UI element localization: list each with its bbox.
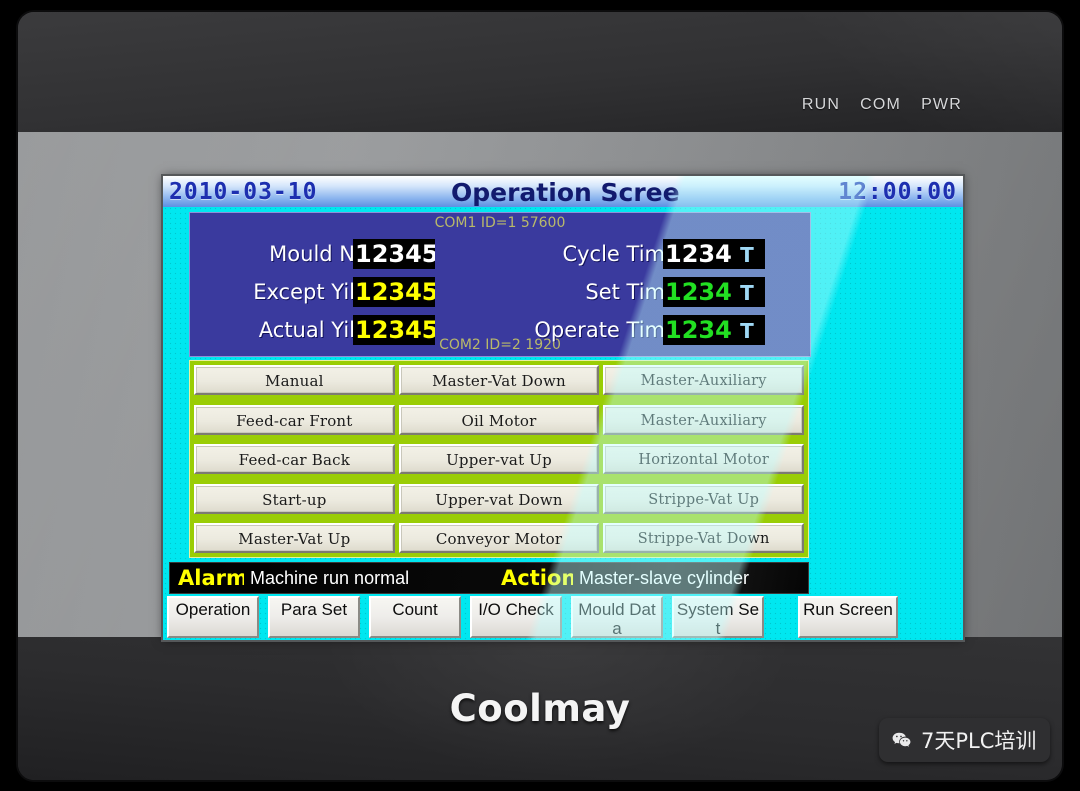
field-value-cycle-time[interactable]: 1234 T xyxy=(663,238,765,269)
nav-button-para-set[interactable]: Para Set xyxy=(268,596,360,638)
led-label-run: RUN xyxy=(801,96,841,113)
set-time-unit: T xyxy=(740,280,754,305)
button-master-vat-down[interactable]: Master-Vat Down xyxy=(398,365,600,395)
field-cycle-time: Cycle Tim 1234 T xyxy=(485,237,765,270)
nav-button-system-set[interactable]: System Set xyxy=(672,596,764,638)
date-display: 2010-03-10 xyxy=(169,179,318,205)
field-value-actual-yield[interactable]: 12345 xyxy=(353,314,435,345)
button-feed-car-back[interactable]: Feed-car Back xyxy=(194,444,395,474)
field-value-set-time[interactable]: 1234 T xyxy=(663,276,765,307)
button-master-auxiliary-2[interactable]: Master-Auxiliary xyxy=(603,404,805,435)
nav-button-mould-data[interactable]: Mould Data xyxy=(571,596,663,638)
field-label-operate-time: Operate Tim xyxy=(534,317,665,342)
field-value-operate-time[interactable]: 1234 T xyxy=(663,314,765,345)
wechat-watermark-badge: 7天PLC培训 xyxy=(879,718,1051,762)
hmi-device: RUN COM PWR 2010-03-10 Operation Scree 1… xyxy=(18,12,1062,780)
alarm-message: Machine run normal xyxy=(250,567,410,588)
field-value-except-yield[interactable]: 12345 xyxy=(353,276,435,307)
field-label-cycle-time: Cycle Tim xyxy=(562,241,665,266)
navigation-bar: Operation Para Set Count I/O Check Mould… xyxy=(167,596,959,640)
control-button-panel: Manual Feed-car Front Feed-car Back Star… xyxy=(189,360,809,558)
operate-time-number: 1234 xyxy=(665,315,732,344)
button-master-vat-up[interactable]: Master-Vat Up xyxy=(194,523,395,553)
button-start-up[interactable]: Start-up xyxy=(194,483,395,514)
field-actual-yield: Actual Yil 12345 xyxy=(200,313,435,346)
hmi-screen[interactable]: 2010-03-10 Operation Scree 12:00:00 COM1… xyxy=(163,176,963,640)
com1-status: COM1 ID=1 57600 xyxy=(434,215,566,231)
led-indicator-row: RUN COM PWR xyxy=(802,96,962,114)
wechat-watermark-text: 7天PLC培训 xyxy=(921,729,1037,753)
button-column-1: Manual Feed-car Front Feed-car Back Star… xyxy=(194,365,395,553)
button-strippe-vat-up[interactable]: Strippe-Vat Up xyxy=(603,483,805,514)
button-strippe-vat-down[interactable]: Strippe-Vat Down xyxy=(603,523,805,553)
screen-title-bar: 2010-03-10 Operation Scree 12:00:00 xyxy=(163,176,963,207)
button-upper-vat-down[interactable]: Upper-vat Down xyxy=(398,483,600,514)
field-mould-no: Mould N 12345 xyxy=(200,237,435,270)
button-conveyor-motor[interactable]: Conveyor Motor xyxy=(398,523,600,553)
field-label-set-time: Set Tim xyxy=(585,279,665,304)
button-master-auxiliary-1[interactable]: Master-Auxiliary xyxy=(603,365,805,395)
button-feed-car-front[interactable]: Feed-car Front xyxy=(194,404,395,435)
set-time-number: 1234 xyxy=(665,277,732,306)
nav-button-operation[interactable]: Operation xyxy=(167,596,259,638)
nav-button-count[interactable]: Count xyxy=(369,596,461,638)
cycle-time-number: 1234 xyxy=(665,239,732,268)
button-horizontal-motor[interactable]: Horizontal Motor xyxy=(603,444,805,474)
bezel-top-gloss xyxy=(732,12,1062,132)
action-message: Master-slave cylinder xyxy=(579,567,750,588)
alarm-label: Alarm xyxy=(178,566,244,590)
nav-button-io-check[interactable]: I/O Check xyxy=(470,596,562,638)
alarm-status-bar: Alarm Machine run normal Action Master-s… xyxy=(169,562,809,594)
cycle-time-unit: T xyxy=(740,242,754,267)
led-label-com: COM xyxy=(860,96,902,113)
field-except-yield: Except Yil 12345 xyxy=(200,275,435,308)
nav-button-run-screen[interactable]: Run Screen xyxy=(798,596,898,638)
button-column-3: Master-Auxiliary Master-Auxiliary Horizo… xyxy=(603,365,805,553)
field-value-mould-no[interactable]: 12345 xyxy=(353,238,435,269)
button-upper-vat-up[interactable]: Upper-vat Up xyxy=(398,444,600,474)
field-label-except-yield: Except Yil xyxy=(253,279,355,304)
time-display: 12:00:00 xyxy=(838,179,957,205)
button-column-2: Master-Vat Down Oil Motor Upper-vat Up U… xyxy=(398,365,600,553)
field-label-mould-no: Mould N xyxy=(269,241,355,266)
wechat-icon xyxy=(892,732,911,747)
operate-time-unit: T xyxy=(740,318,754,343)
button-oil-motor[interactable]: Oil Motor xyxy=(398,404,600,435)
button-manual[interactable]: Manual xyxy=(194,365,395,395)
action-label: Action xyxy=(501,566,573,590)
page-title: Operation Scree xyxy=(451,178,679,207)
field-set-time: Set Tim 1234 T xyxy=(485,275,765,308)
field-label-actual-yield: Actual Yil xyxy=(258,317,355,342)
info-panel: COM1 ID=1 57600 COM2 ID=2 1920 Mould N 1… xyxy=(189,212,811,357)
led-label-pwr: PWR xyxy=(921,96,962,113)
field-operate-time: Operate Tim 1234 T xyxy=(485,313,765,346)
